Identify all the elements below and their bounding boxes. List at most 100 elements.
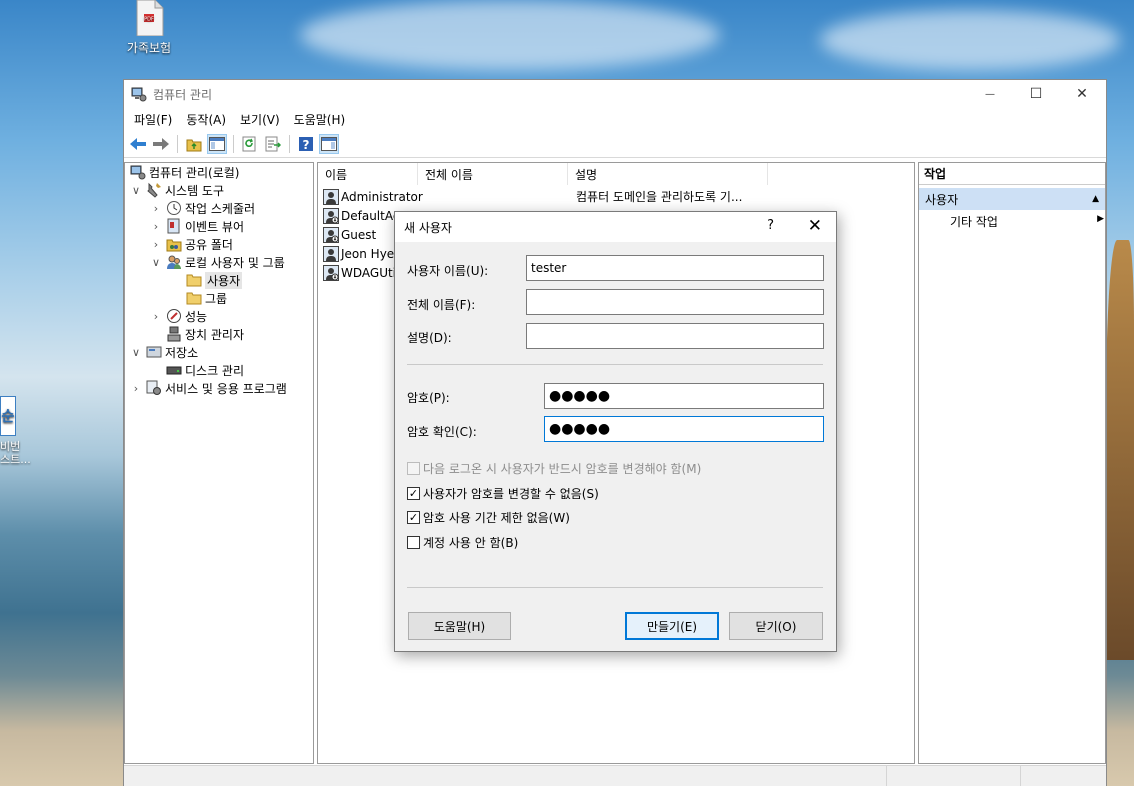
description-field[interactable]: [526, 323, 824, 349]
storage-icon: [146, 344, 162, 360]
username-field[interactable]: tester: [526, 255, 824, 281]
cannot-change-password-checkbox[interactable]: ✓ 사용자가 암호를 변경할 수 없음(S): [407, 485, 599, 502]
shared-folders-icon: [166, 236, 182, 252]
column-header-name[interactable]: 이름: [318, 163, 418, 185]
action-more-actions[interactable]: 기타 작업 ▶: [950, 213, 1104, 230]
user-icon: [323, 245, 339, 262]
close-button[interactable]: ✕: [1059, 80, 1105, 108]
create-button[interactable]: 만들기(E): [625, 612, 719, 640]
help-toolbar-button[interactable]: ?: [296, 134, 316, 154]
menu-file[interactable]: 파일(F): [127, 111, 179, 128]
tree-item-performance[interactable]: › 성능: [149, 307, 207, 325]
minimize-icon: —: [985, 88, 995, 100]
checkbox-label: 계정 사용 안 함(B): [423, 536, 519, 550]
confirm-password-label: 암호 확인(C):: [407, 425, 477, 439]
list-item[interactable]: Guest: [323, 225, 376, 244]
services-applications-icon: [146, 380, 162, 396]
actions-section-users[interactable]: 사용자 ▲: [919, 188, 1105, 210]
console-tree-pane: 컴퓨터 관리(로컬) ∨ 시스템 도구 › 작업 스케줄러 › 이벤트 뷰어 ›…: [124, 162, 314, 764]
checkbox-checked-icon[interactable]: ✓: [407, 487, 420, 500]
desktop-icon-family-insurance[interactable]: PDF 가족보험: [118, 0, 180, 56]
list-item[interactable]: Administrator 컴퓨터 도메인을 관리하도록 기...: [323, 187, 913, 206]
up-folder-button[interactable]: [184, 134, 204, 154]
tree-item-disk-management[interactable]: 디스크 관리: [163, 361, 244, 379]
dialog-close-icon[interactable]: ✕: [808, 216, 822, 236]
dialog-title: 새 사용자: [404, 220, 452, 235]
tree-item-device-manager[interactable]: 장치 관리자: [163, 325, 244, 343]
chevron-right-icon[interactable]: ›: [149, 220, 163, 233]
close-dialog-button[interactable]: 닫기(O): [729, 612, 823, 640]
chevron-right-icon[interactable]: ›: [149, 202, 163, 215]
forward-button[interactable]: [151, 134, 171, 154]
fullname-field[interactable]: [526, 289, 824, 315]
system-tools-icon: [146, 182, 162, 198]
tree-item-users[interactable]: 사용자: [183, 271, 243, 289]
tree-item-computer-management[interactable]: 컴퓨터 관리(로컬): [127, 163, 239, 181]
list-item[interactable]: WDAGUtil: [323, 263, 399, 282]
tree-item-label: 저장소: [165, 345, 199, 360]
toolbar: ?: [124, 130, 1106, 158]
tree-item-services-applications[interactable]: › 서비스 및 응용 프로그램: [129, 379, 287, 397]
chevron-right-icon[interactable]: ›: [129, 382, 143, 395]
new-user-dialog: 새 사용자 ? ✕ 사용자 이름(U): tester 전체 이름(F): 설명…: [394, 211, 837, 652]
collapse-arrow-icon[interactable]: ▲: [1092, 194, 1099, 204]
password-never-expires-checkbox[interactable]: ✓ 암호 사용 기간 제한 없음(W): [407, 509, 570, 526]
svg-text:PDF: PDF: [144, 17, 154, 23]
desktop-icon-label: 가족보험: [126, 41, 172, 55]
confirm-password-field[interactable]: ●●●●●: [544, 416, 824, 442]
action-label: 기타 작업: [950, 215, 998, 229]
action-pane-icon: [321, 136, 337, 151]
back-arrow-icon: [130, 137, 146, 150]
toolbar-separator: [233, 134, 234, 153]
status-bar-divider: [886, 766, 887, 786]
checkbox-label: 다음 로그온 시 사용자가 반드시 암호를 변경해야 함(M): [423, 462, 702, 476]
list-item[interactable]: DefaultAc: [323, 206, 399, 225]
tree-item-shared-folders[interactable]: › 공유 폴더: [149, 235, 233, 253]
tree-item-task-scheduler[interactable]: › 작업 스케줄러: [149, 199, 255, 217]
user-name: WDAGUtil: [341, 265, 400, 280]
description-label: 설명(D):: [407, 331, 452, 345]
tree-item-local-users-groups[interactable]: ∨ 로컬 사용자 및 그룹: [149, 253, 285, 271]
menu-action[interactable]: 동작(A): [179, 111, 233, 128]
title-bar: 컴퓨터 관리 — ☐ ✕: [124, 80, 1106, 108]
help-button[interactable]: 도움말(H): [408, 612, 511, 640]
action-pane-button[interactable]: [319, 133, 339, 154]
tree-item-groups[interactable]: 그룹: [183, 289, 227, 307]
tree-item-storage[interactable]: ∨ 저장소: [129, 343, 198, 361]
menu-help[interactable]: 도움말(H): [287, 111, 353, 128]
chevron-down-icon[interactable]: ∨: [129, 346, 143, 359]
minimize-button[interactable]: —: [967, 80, 1013, 108]
checkbox-checked-icon[interactable]: ✓: [407, 511, 420, 524]
column-header-full-name[interactable]: 전체 이름: [418, 163, 568, 185]
dialog-help-icon[interactable]: ?: [767, 218, 774, 233]
desktop-icon-partial[interactable]: 순 비번 스트...: [0, 396, 32, 466]
tree-item-label: 이벤트 뷰어: [185, 219, 245, 234]
chevron-right-icon[interactable]: ›: [149, 238, 163, 251]
column-header-description[interactable]: 설명: [568, 163, 768, 185]
checkbox-box[interactable]: [407, 536, 420, 549]
tree-item-label: 장치 관리자: [185, 327, 245, 342]
back-button[interactable]: [128, 134, 148, 154]
account-disabled-checkbox[interactable]: 계정 사용 안 함(B): [407, 534, 518, 551]
tree-item-system-tools[interactable]: ∨ 시스템 도구: [129, 181, 224, 199]
tree-item-event-viewer[interactable]: › 이벤트 뷰어: [149, 217, 244, 235]
checkbox-box[interactable]: [407, 462, 420, 475]
list-item[interactable]: Jeon Hyeo: [323, 244, 402, 263]
refresh-button[interactable]: [240, 134, 260, 154]
computer-management-icon: [131, 87, 147, 102]
cliff-rock: [1106, 240, 1134, 660]
close-icon: ✕: [1076, 86, 1088, 102]
must-change-password-checkbox[interactable]: 다음 로그온 시 사용자가 반드시 암호를 변경해야 함(M): [407, 460, 701, 477]
desktop-icon-label: 스트...: [0, 453, 31, 466]
chevron-right-icon[interactable]: ›: [149, 310, 163, 323]
export-list-button[interactable]: [263, 134, 283, 154]
menu-view[interactable]: 보기(V): [233, 111, 287, 128]
tree-item-label: 작업 스케줄러: [185, 201, 256, 216]
chevron-down-icon[interactable]: ∨: [129, 184, 143, 197]
chevron-down-icon[interactable]: ∨: [149, 256, 163, 269]
show-hide-tree-button[interactable]: [207, 133, 227, 154]
maximize-button[interactable]: ☐: [1013, 80, 1059, 108]
column-header-label: 설명: [575, 167, 598, 182]
event-viewer-icon: [166, 218, 182, 234]
password-field[interactable]: ●●●●●: [544, 383, 824, 409]
